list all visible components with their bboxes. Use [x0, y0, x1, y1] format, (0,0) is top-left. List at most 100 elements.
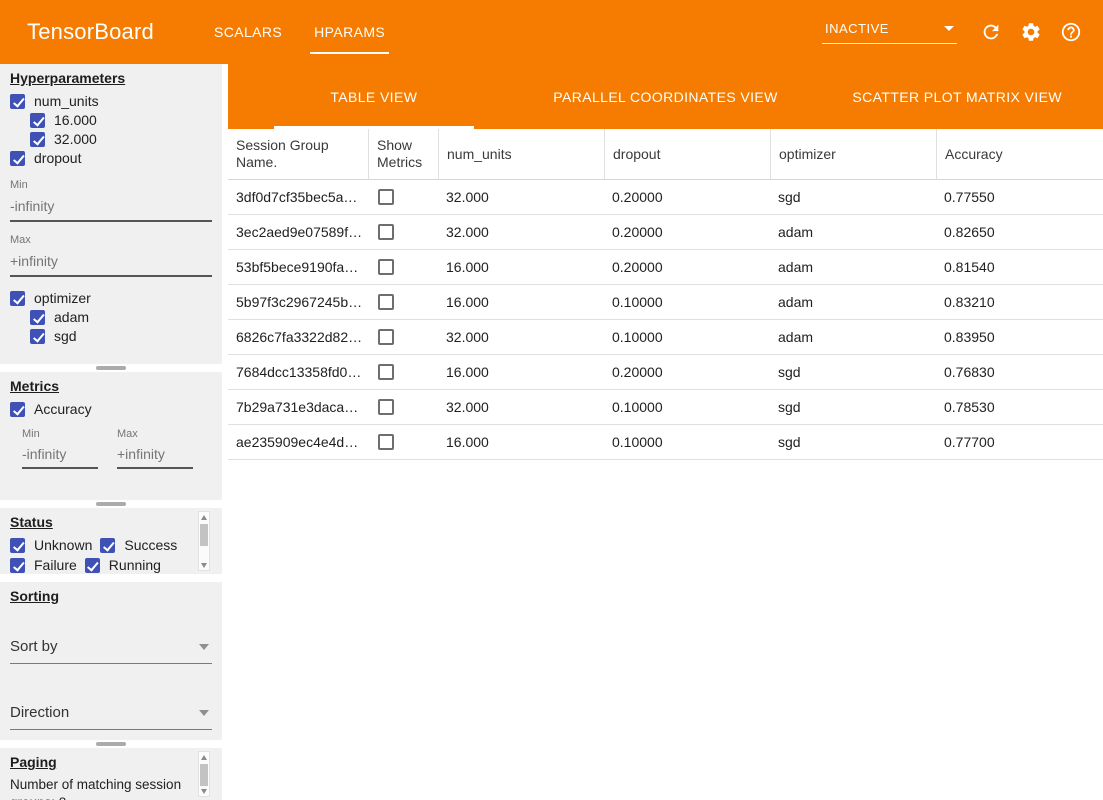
status-scrollbar[interactable]: [198, 511, 210, 571]
panel-resize-handle[interactable]: [0, 364, 222, 372]
column-header-optimizer[interactable]: optimizer: [770, 129, 936, 180]
dropout-value: 0.20000: [604, 355, 770, 390]
success-checkbox[interactable]: [100, 538, 115, 553]
num-units-value-16[interactable]: 16.000: [30, 111, 212, 129]
num-units-value: 16.000: [438, 355, 604, 390]
session-group-name: 7684dcc13358fd0…: [228, 355, 368, 390]
accuracy-value: 0.83210: [936, 285, 1103, 320]
app-title: TensorBoard: [27, 19, 154, 45]
accuracy-value: 0.82650: [936, 215, 1103, 250]
value-16-checkbox[interactable]: [30, 113, 45, 128]
matching-groups-count: Number of matching session groups: 8: [10, 776, 192, 800]
drag-handle-icon[interactable]: [96, 502, 126, 506]
show-metrics-checkbox[interactable]: [378, 259, 394, 275]
sidebar: Hyperparameters num_units 16.000 32.000 …: [0, 64, 222, 800]
scroll-up-icon[interactable]: [199, 512, 209, 522]
show-metrics-checkbox[interactable]: [378, 329, 394, 345]
sgd-checkbox[interactable]: [30, 329, 45, 344]
scrollbar-thumb[interactable]: [200, 764, 208, 786]
show-metrics-cell: [368, 250, 438, 285]
show-metrics-checkbox[interactable]: [378, 399, 394, 415]
show-metrics-cell: [368, 425, 438, 460]
sorting-panel: Sorting Sort by Direction: [0, 582, 222, 740]
status-option-running[interactable]: Running: [85, 556, 161, 574]
dropout-max-input[interactable]: [10, 246, 212, 277]
scroll-down-icon[interactable]: [199, 786, 209, 796]
column-header-num-units[interactable]: num_units: [438, 129, 604, 180]
metrics-panel: Metrics Accuracy Min Max: [0, 372, 222, 500]
adam-checkbox[interactable]: [30, 310, 45, 325]
accuracy-value: 0.78530: [936, 390, 1103, 425]
metrics-max-input[interactable]: [117, 440, 193, 469]
sort-by-select[interactable]: Sort by: [10, 634, 212, 664]
hparam-num-units[interactable]: num_units: [10, 92, 212, 110]
scrollbar-thumb[interactable]: [200, 524, 208, 546]
optimizer-group: optimizer adam sgd: [10, 289, 212, 345]
status-option-unknown[interactable]: Unknown: [10, 536, 92, 554]
chevron-down-icon: [199, 644, 209, 650]
unknown-checkbox[interactable]: [10, 538, 25, 553]
scroll-down-icon[interactable]: [199, 560, 209, 570]
dropout-label: dropout: [34, 150, 81, 166]
running-checkbox[interactable]: [85, 558, 100, 573]
hparam-optimizer[interactable]: optimizer: [10, 289, 212, 307]
num-units-value-32[interactable]: 32.000: [30, 130, 212, 148]
accuracy-value: 0.81540: [936, 250, 1103, 285]
metrics-min-field: Min: [22, 428, 98, 469]
drag-handle-icon[interactable]: [96, 742, 126, 746]
unknown-label: Unknown: [34, 537, 92, 553]
session-group-name: 7b29a731e3daca…: [228, 390, 368, 425]
show-metrics-checkbox[interactable]: [378, 364, 394, 380]
metrics-min-input[interactable]: [22, 440, 98, 469]
tab-hparams[interactable]: HPARAMS: [298, 0, 401, 64]
panel-resize-handle[interactable]: [0, 500, 222, 508]
dropout-checkbox[interactable]: [10, 151, 25, 166]
gear-icon[interactable]: [1011, 12, 1051, 52]
tab-scatter-plot-matrix-view[interactable]: SCATTER PLOT MATRIX VIEW: [811, 64, 1103, 129]
dropout-max-label: Max: [10, 234, 212, 246]
reload-mode-select[interactable]: INACTIVE: [822, 21, 957, 44]
help-icon[interactable]: [1051, 12, 1091, 52]
value-32-checkbox[interactable]: [30, 132, 45, 147]
optimizer-value: sgd: [770, 180, 936, 215]
optimizer-value-adam[interactable]: adam: [30, 308, 212, 326]
refresh-icon[interactable]: [971, 12, 1011, 52]
value-16-label: 16.000: [54, 112, 97, 128]
column-header-session-group-name[interactable]: Session Group Name.: [228, 129, 368, 180]
show-metrics-checkbox[interactable]: [378, 189, 394, 205]
dropout-value: 0.10000: [604, 390, 770, 425]
panel-resize-handle[interactable]: [0, 740, 222, 748]
show-metrics-cell: [368, 390, 438, 425]
direction-select[interactable]: Direction: [10, 700, 212, 730]
paging-scrollbar[interactable]: [198, 751, 210, 797]
table-row: 7684dcc13358fd0… 16.000 0.20000 sgd 0.76…: [228, 355, 1103, 390]
status-option-success[interactable]: Success: [100, 536, 177, 554]
dropout-value: 0.10000: [604, 320, 770, 355]
scroll-up-icon[interactable]: [199, 752, 209, 762]
status-option-failure[interactable]: Failure: [10, 556, 77, 574]
num-units-checkbox[interactable]: [10, 94, 25, 109]
metric-accuracy[interactable]: Accuracy: [10, 400, 212, 418]
adam-label: adam: [54, 309, 89, 325]
failure-checkbox[interactable]: [10, 558, 25, 573]
hparam-dropout[interactable]: dropout: [10, 149, 212, 167]
column-header-show-metrics[interactable]: Show Metrics: [368, 129, 438, 180]
optimizer-checkbox[interactable]: [10, 291, 25, 306]
tab-table-view[interactable]: TABLE VIEW: [228, 64, 520, 129]
accuracy-checkbox[interactable]: [10, 402, 25, 417]
show-metrics-checkbox[interactable]: [378, 434, 394, 450]
drag-handle-icon[interactable]: [96, 366, 126, 370]
optimizer-value: adam: [770, 250, 936, 285]
optimizer-value-sgd[interactable]: sgd: [30, 327, 212, 345]
show-metrics-checkbox[interactable]: [378, 294, 394, 310]
column-header-accuracy[interactable]: Accuracy: [936, 129, 1103, 180]
tab-scalars[interactable]: SCALARS: [198, 0, 298, 64]
dropout-min-input[interactable]: [10, 191, 212, 222]
tensorboard-app: TensorBoard SCALARS HPARAMS INACTIVE: [0, 0, 1103, 800]
show-metrics-checkbox[interactable]: [378, 224, 394, 240]
tab-parallel-coordinates-view[interactable]: PARALLEL COORDINATES VIEW: [520, 64, 812, 129]
optimizer-value: adam: [770, 320, 936, 355]
panel-gap: [0, 574, 222, 582]
table-header: Session Group Name. Show Metrics num_uni…: [228, 129, 1103, 180]
column-header-dropout[interactable]: dropout: [604, 129, 770, 180]
